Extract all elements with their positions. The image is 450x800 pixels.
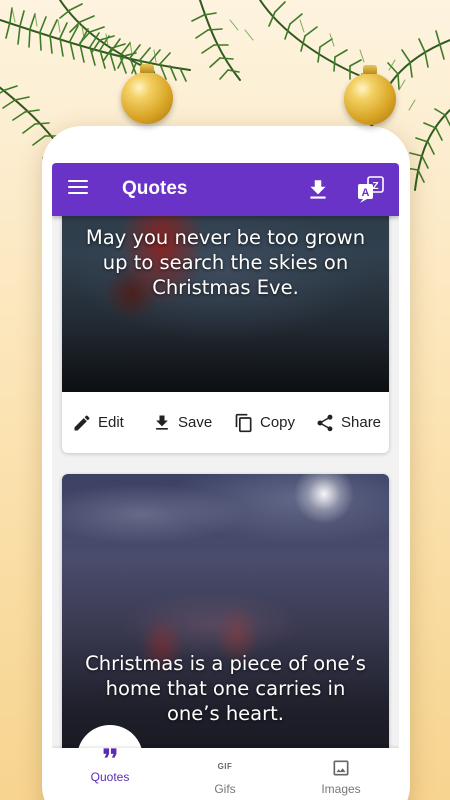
quote-actions: Edit Save Copy Share [62,392,389,453]
download-icon [156,415,168,430]
edit-label: Edit [98,414,124,431]
download-icon[interactable] [305,177,331,203]
edit-button[interactable]: Edit [72,392,124,453]
copy-label: Copy [260,414,296,431]
bottom-navigation: Quotes GIF Gifs Images [52,748,399,800]
copy-button[interactable]: Copy [234,392,295,453]
quote-marks-icon [103,748,117,758]
save-label: Save [178,414,213,431]
svg-text:Z: Z [372,181,378,192]
pencil-icon [74,414,90,430]
hamburger-menu-icon[interactable] [68,180,88,196]
quote-text: May you never be too grown up to search … [85,226,366,299]
nav-tab-gifs[interactable]: GIF Gifs [180,748,270,800]
translate-icon[interactable]: A Z [355,175,385,205]
app-title: Quotes [122,178,188,199]
share-button[interactable]: Share [315,392,381,453]
gold-ornament-right [344,73,396,125]
nav-tab-images[interactable]: Images [296,748,386,800]
image-icon [333,760,349,776]
quote-text: Christmas is a piece of one’s home that … [85,652,366,725]
nav-tab-quotes[interactable]: Quotes [65,748,155,800]
app-bar: Quotes A Z [52,163,399,216]
copy-icon [235,413,252,432]
app-screen: May you never be too grown up to search … [52,163,399,800]
gif-icon: GIF [217,762,233,771]
save-button[interactable]: Save [152,392,212,453]
nav-label-quotes: Quotes [90,770,130,784]
share-icon [317,414,333,431]
nav-label-images: Images [321,782,361,796]
gold-ornament-left [121,72,173,124]
share-label: Share [341,414,382,431]
nav-label-gifs: Gifs [214,782,236,796]
